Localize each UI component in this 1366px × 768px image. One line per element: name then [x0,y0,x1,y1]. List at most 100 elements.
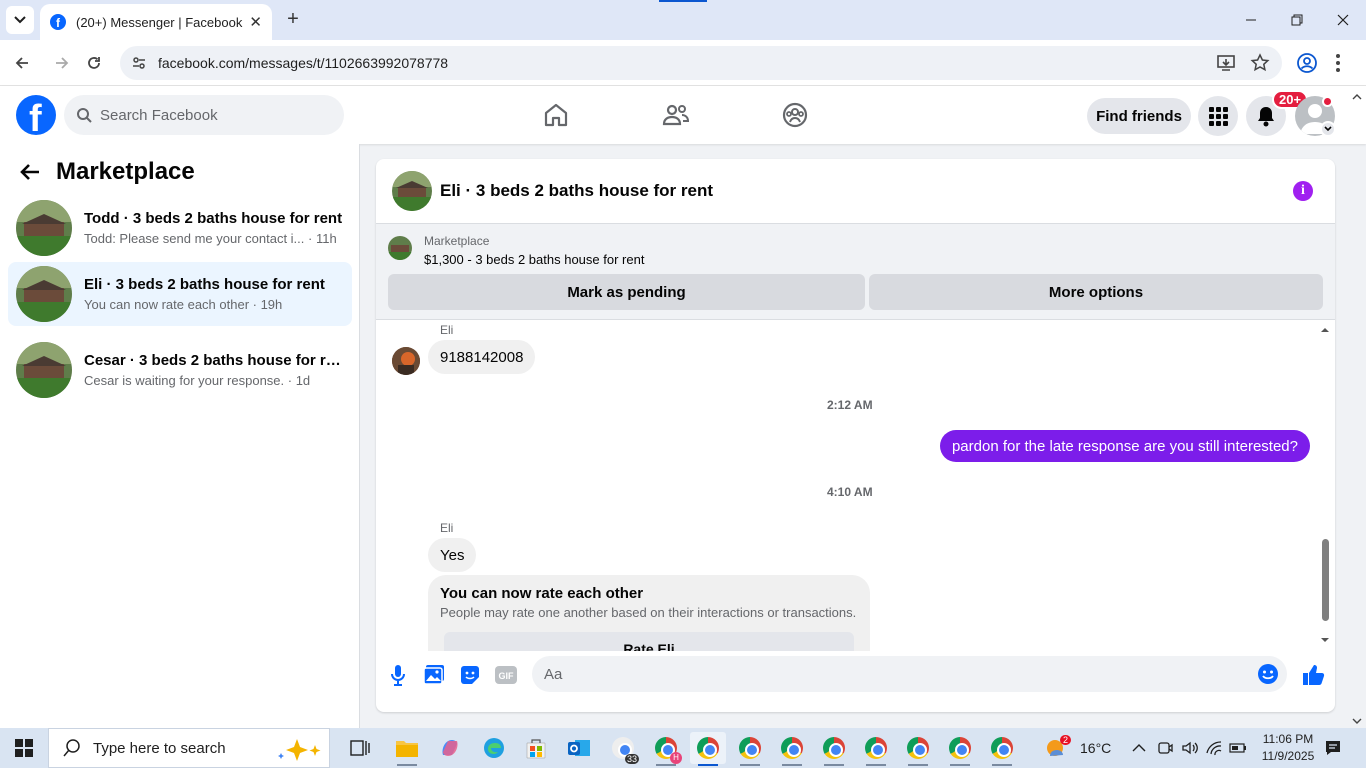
emoji-icon[interactable] [1257,663,1279,690]
search-input[interactable] [100,106,320,124]
battery-icon[interactable] [1229,728,1247,768]
show-hidden-icons[interactable] [1132,728,1146,768]
install-app-icon[interactable] [1216,53,1236,78]
scroll-down-arrow-icon[interactable] [1319,635,1331,645]
mark-as-pending-button[interactable]: Mark as pending [388,274,865,310]
chrome-window-2[interactable] [732,732,768,766]
search-icon [63,739,80,757]
back-arrow-icon[interactable] [20,163,40,181]
facebook-logo-icon[interactable]: f [16,95,56,135]
taskbar-search[interactable] [48,728,330,768]
chrome-window-6[interactable] [900,732,936,766]
close-icon [1337,14,1349,26]
task-view-icon[interactable] [342,732,378,764]
sender-avatar[interactable] [392,347,420,375]
arrow-right-icon [56,57,69,69]
message-bubble-incoming[interactable]: 9188142008 [428,340,536,374]
listing-mini-thumbnail [388,236,412,260]
microsoft-store-icon[interactable] [518,732,554,764]
meet-now-icon[interactable] [1157,728,1173,768]
start-button[interactable] [0,728,48,768]
notification-center-icon[interactable] [1324,728,1342,768]
message-bubble-incoming[interactable]: Yes [428,538,477,572]
forward-button[interactable] [48,49,76,77]
rate-eli-button[interactable]: Rate Eli [444,632,854,651]
chrome-h-icon[interactable]: H [648,732,684,766]
tab-search-button[interactable] [6,6,34,34]
back-button[interactable] [8,49,36,77]
volume-icon[interactable] [1181,728,1199,768]
browser-menu-icon[interactable] [1334,52,1342,79]
chat-window: Eli · 3 beds 2 baths house for rent i Ma… [376,159,1335,712]
sender-name: Eli [440,323,454,337]
gif-icon[interactable]: GIF [494,663,518,687]
wifi-icon[interactable] [1206,728,1224,768]
close-window-button[interactable] [1320,0,1366,40]
menu-grid-button[interactable] [1198,96,1238,136]
marketplace-label: Marketplace [424,234,490,248]
svg-text:GIF: GIF [499,671,515,681]
message-bubble-outgoing[interactable]: pardon for the late response are you sti… [939,430,1310,462]
chrome-window-1[interactable] [690,732,726,766]
scroll-thumb[interactable] [1322,539,1329,621]
sender-name: Eli [440,521,454,535]
file-explorer-icon[interactable] [389,732,425,766]
friends-icon[interactable] [661,100,691,130]
chat-listing-avatar[interactable] [392,171,432,211]
address-bar[interactable]: facebook.com/messages/t/1102663992078778 [120,46,1282,80]
tab-close-icon[interactable]: ✕ [249,13,262,31]
new-tab-button[interactable]: + [282,8,304,30]
photo-icon[interactable] [422,663,446,687]
edge-icon[interactable] [476,732,512,764]
conversation-todd[interactable]: Todd · 3 beds 2 baths house for rent Tod… [8,196,352,260]
microphone-icon[interactable] [386,663,410,687]
browser-profile-icon[interactable] [1296,52,1318,79]
conversation-eli[interactable]: Eli · 3 beds 2 baths house for rent You … [8,262,352,326]
thread-scrollbar[interactable] [1319,328,1331,647]
account-chevron-icon[interactable] [1320,121,1336,137]
browser-tab-messenger[interactable]: f (20+) Messenger | Facebook ✕ [40,4,272,40]
chrome-window-5[interactable] [858,732,894,766]
chrome-window-4[interactable] [816,732,852,766]
reload-button[interactable] [80,49,108,77]
minimize-icon [1246,19,1256,21]
site-info-icon[interactable] [122,55,156,71]
copilot-icon[interactable] [432,732,468,764]
chat-title[interactable]: Eli · 3 beds 2 baths house for rent [440,181,713,201]
message-input-box[interactable] [532,656,1287,692]
home-icon[interactable] [541,100,571,130]
marketplace-listing-banner: Marketplace $1,300 - 3 beds 2 baths hous… [376,224,1335,320]
chrome-window-7[interactable] [942,732,978,766]
message-input[interactable] [544,665,1224,683]
weather-widget[interactable]: 2 16°C [1044,728,1111,768]
chrome-window-3[interactable] [774,732,810,766]
chrome-profile-icon[interactable]: 33 [605,732,641,764]
scroll-up-arrow-icon[interactable] [1319,325,1331,335]
browser-tabstrip: f (20+) Messenger | Facebook ✕ + [0,0,1366,40]
listing-thumbnail [16,200,72,256]
tab-indicator [659,0,707,2]
facebook-search[interactable] [64,95,344,135]
restore-button[interactable] [1274,0,1320,40]
listing-thumbnail [16,266,72,322]
url-text[interactable]: facebook.com/messages/t/1102663992078778 [158,55,448,71]
like-thumbs-up-icon[interactable] [1301,663,1325,687]
chrome-count-badge: 33 [624,754,639,764]
taskbar-search-input[interactable] [93,739,263,757]
info-icon[interactable]: i [1293,181,1313,201]
more-options-button[interactable]: More options [869,274,1323,310]
find-friends-button[interactable]: Find friends [1087,98,1191,134]
weather-alert-badge: 2 [1060,735,1072,745]
groups-icon[interactable] [780,100,810,130]
page-scroll-up-icon[interactable] [1352,88,1362,106]
chrome-window-8[interactable] [984,732,1020,766]
outlook-icon[interactable] [561,732,597,764]
search-highlight-icon [278,739,321,761]
listing-price-title[interactable]: $1,300 - 3 beds 2 baths house for rent [424,252,644,267]
minimize-button[interactable] [1228,0,1274,40]
system-clock[interactable]: 11:06 PM 11/9/2025 [1256,731,1320,765]
sticker-icon[interactable] [458,663,482,687]
grid-icon [1209,107,1228,126]
bookmark-star-icon[interactable] [1250,53,1270,78]
conversation-cesar[interactable]: Cesar · 3 beds 2 baths house for re... C… [8,338,352,402]
